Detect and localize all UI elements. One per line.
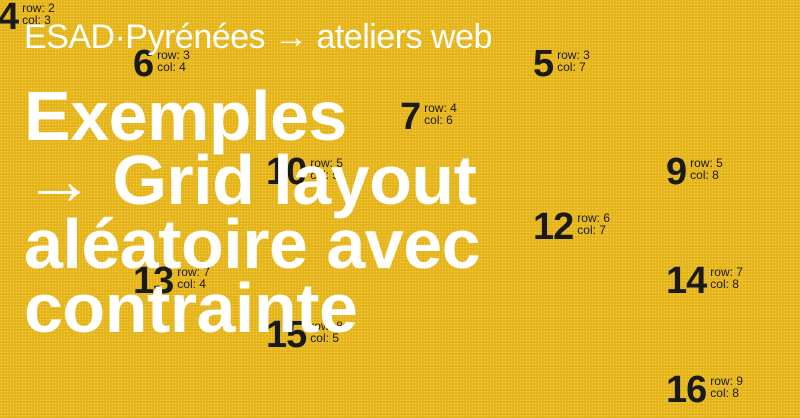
cell-number: 12 [533,206,574,248]
cell-col: col: 7 [557,60,586,74]
grid-cell: 5 row: 3 col: 7 [533,43,590,85]
page-title: Exemples → Grid layout aléatoire avec co… [24,77,492,347]
cell-number: 9 [666,151,687,193]
grid-cell: 16 row: 9 col: 8 [666,369,743,411]
cell-number: 16 [666,369,707,411]
grid-cell: 9 row: 5 col: 8 [666,151,723,193]
cell-col: col: 8 [710,386,739,400]
grid-cell: 14 row: 7 col: 8 [666,260,743,302]
site-subtitle: ESAD·Pyrénées → ateliers web [24,18,492,56]
title-line: contrainte [24,269,358,347]
cell-number: 5 [533,43,554,85]
cell-number: 4 [0,0,19,38]
cell-number: 14 [666,260,707,302]
cell-col: col: 7 [577,223,606,237]
title-line: Exemples [24,77,347,155]
cell-col: col: 8 [710,277,739,291]
grid-cell: 12 row: 6 col: 7 [533,206,610,248]
cell-col: col: 8 [690,168,719,182]
title-overlay: ESAD·Pyrénées → ateliers web Exemples → … [24,18,492,347]
title-line: aléatoire avec [24,205,481,283]
title-line: → Grid layout [24,141,477,219]
